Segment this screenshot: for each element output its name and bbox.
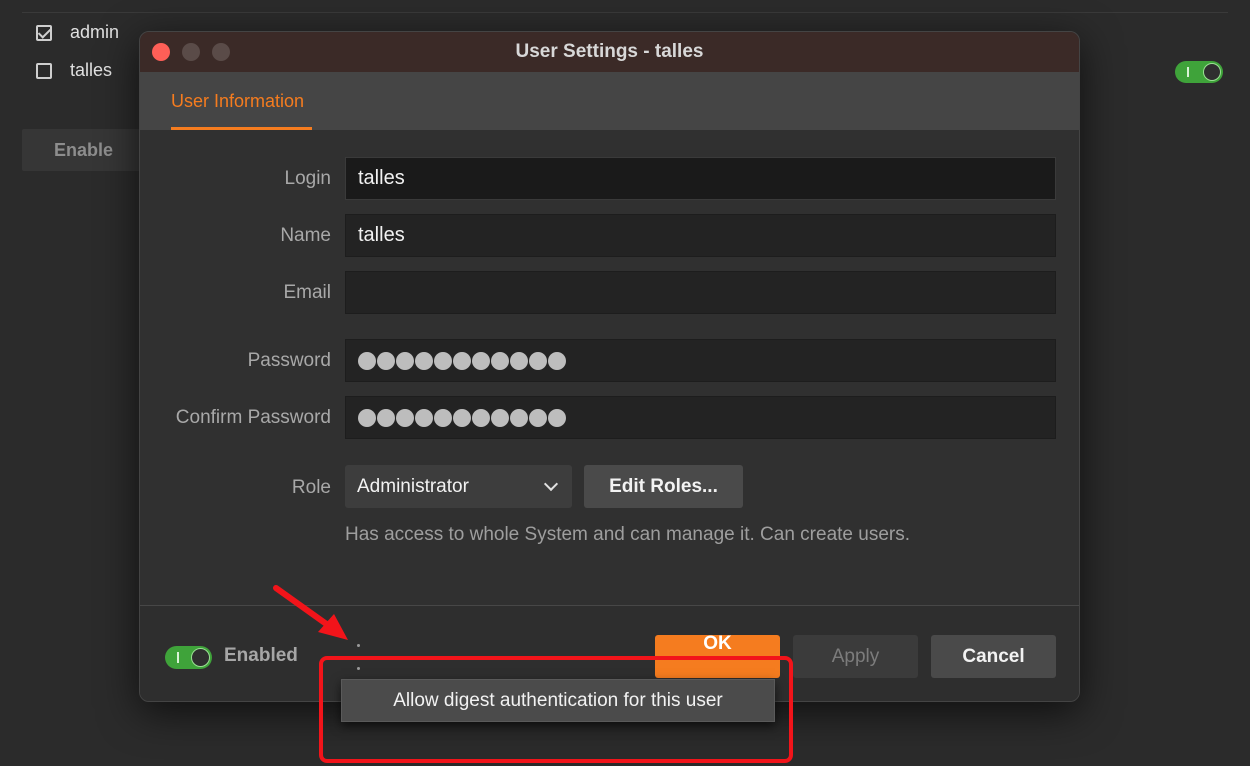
edit-roles-button[interactable]: Edit Roles...	[584, 465, 743, 508]
enabled-label: Enabled	[224, 645, 298, 666]
checkbox-icon[interactable]	[36, 62, 52, 79]
password-dot	[510, 408, 528, 427]
role-description: Has access to whole System and can manag…	[345, 524, 910, 545]
tab-user-information[interactable]: User Information	[171, 72, 304, 130]
annotation-arrow-icon	[273, 585, 348, 640]
role-label: Role	[291, 477, 331, 498]
tab-bar: User Information	[140, 72, 1079, 130]
password-dot	[377, 351, 395, 370]
titlebar: User Settings - talles	[140, 32, 1079, 72]
window-controls	[152, 43, 230, 61]
checkbox-icon[interactable]	[36, 24, 52, 41]
background-divider	[22, 12, 1228, 13]
password-dot	[358, 351, 376, 370]
password-dot	[415, 408, 433, 427]
enable-button[interactable]: Enable	[22, 129, 146, 171]
user-row-admin[interactable]: admin	[36, 22, 119, 43]
password-dot	[529, 408, 547, 427]
password-mask	[358, 351, 566, 370]
password-dot	[453, 408, 471, 427]
user-row-talles[interactable]: talles	[36, 60, 112, 81]
user-label: admin	[70, 22, 120, 42]
user-label: talles	[70, 60, 113, 80]
name-label: Name	[280, 225, 331, 246]
password-dot	[396, 351, 414, 370]
zoom-window-icon[interactable]	[212, 43, 230, 61]
role-selected-value: Administrator	[357, 475, 469, 497]
ok-label: OK	[703, 635, 732, 654]
password-dot	[415, 351, 433, 370]
email-label: Email	[283, 282, 331, 303]
apply-button[interactable]: Apply	[793, 635, 918, 678]
password-dot	[472, 408, 490, 427]
dialog-title: User Settings - talles	[515, 41, 704, 62]
password-input[interactable]	[345, 339, 1056, 382]
password-dot	[396, 408, 414, 427]
password-dot	[548, 408, 566, 427]
password-dot	[358, 408, 376, 427]
role-select[interactable]: Administrator	[345, 465, 572, 508]
password-dot	[510, 351, 528, 370]
annotation-highlight-box	[319, 656, 793, 763]
confirm-password-label: Confirm Password	[175, 407, 331, 428]
password-label: Password	[247, 350, 331, 371]
password-dot	[453, 351, 471, 370]
password-dot	[548, 351, 566, 370]
close-window-icon[interactable]	[152, 43, 170, 61]
password-dot	[529, 351, 547, 370]
login-label: Login	[284, 168, 332, 189]
login-input[interactable]: talles	[345, 157, 1056, 200]
confirm-password-input[interactable]	[345, 396, 1056, 439]
active-tab-indicator	[171, 127, 312, 130]
password-dot	[434, 408, 452, 427]
minimize-window-icon[interactable]	[182, 43, 200, 61]
password-dot	[377, 408, 395, 427]
password-dot	[434, 351, 452, 370]
password-dot	[491, 351, 509, 370]
name-input[interactable]: talles	[345, 214, 1056, 257]
password-dot	[491, 408, 509, 427]
email-input[interactable]	[345, 271, 1056, 314]
password-mask	[358, 408, 566, 427]
enabled-toggle[interactable]	[165, 646, 212, 669]
password-dot	[472, 351, 490, 370]
user-enabled-toggle[interactable]	[1175, 61, 1223, 83]
cancel-button[interactable]: Cancel	[931, 635, 1056, 678]
chevron-down-icon	[543, 476, 559, 492]
